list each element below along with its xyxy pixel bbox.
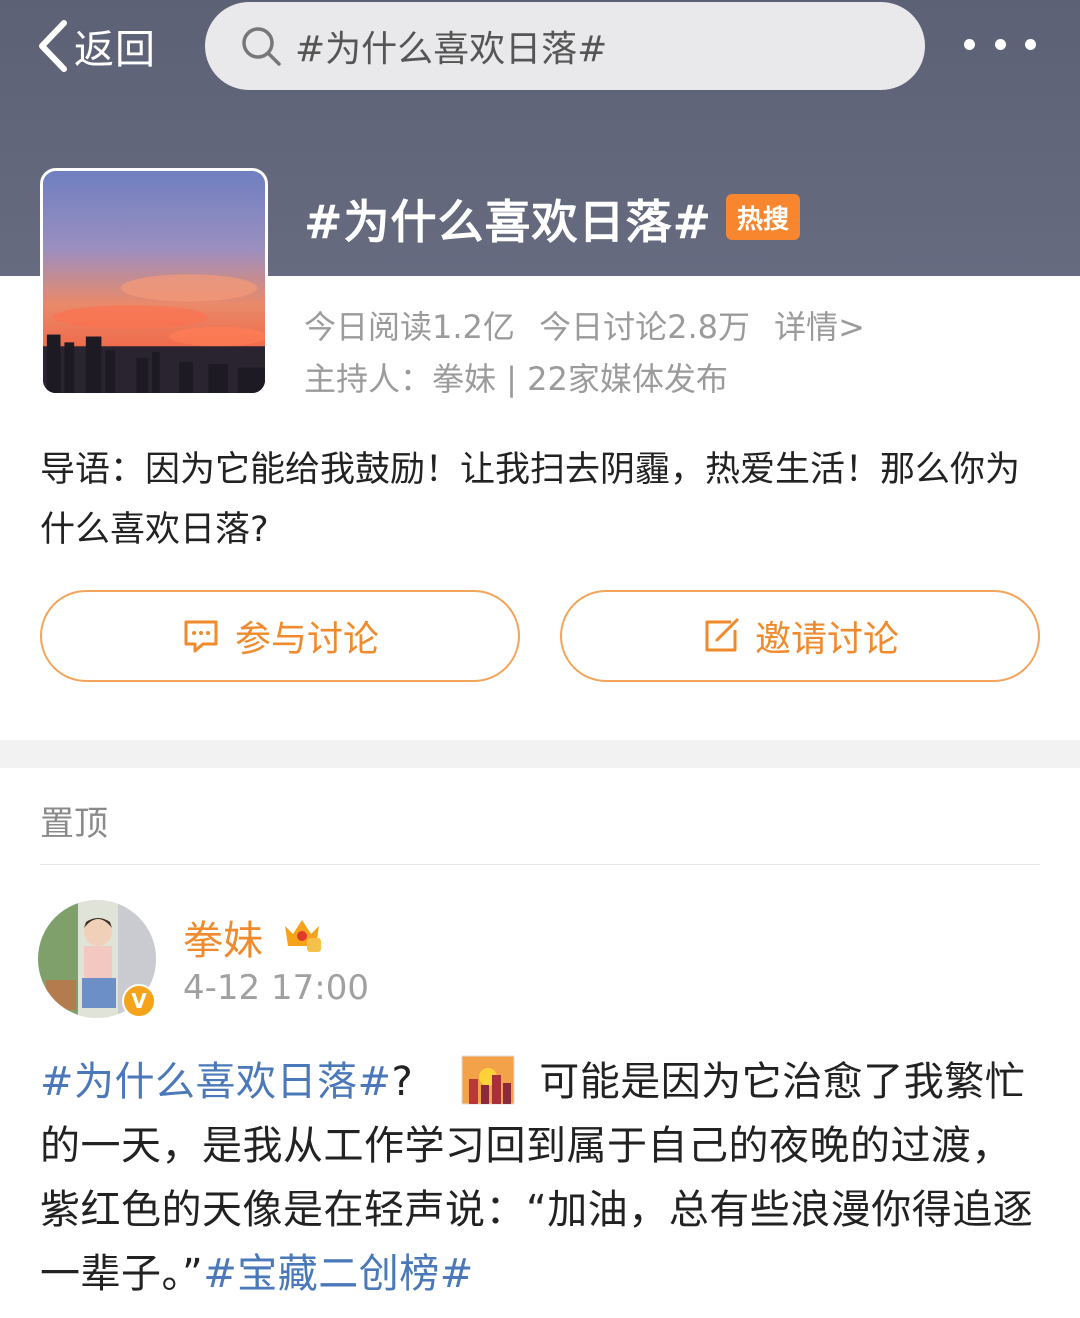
crown-icon xyxy=(285,920,321,952)
search-icon xyxy=(242,27,281,66)
search-query: #为什么喜欢日落# xyxy=(295,29,608,70)
section-divider xyxy=(0,740,1080,768)
invite-discussion-button[interactable]: 邀请讨论 xyxy=(560,590,1040,682)
topic-cover-image xyxy=(40,168,268,396)
topic-intro: 导语：因为它能给我鼓励！让我扫去阴霾，热爱生活！那么你为什么喜欢日落? xyxy=(40,450,1021,550)
verified-badge: V xyxy=(122,984,156,1018)
more-icon[interactable] xyxy=(964,30,1036,58)
comment-icon xyxy=(184,620,218,653)
post-punctuation: ? xyxy=(391,1059,414,1105)
post-content: #为什么喜欢日落#? 可能是因为它治愈了我繁忙的一天，是我从工作学习回到属于自己… xyxy=(40,1050,1050,1306)
sunset-emoji-icon xyxy=(461,1055,515,1105)
back-label: 返回 xyxy=(74,27,156,73)
hot-badge: 热搜 xyxy=(726,194,800,240)
post-time: 4-12 17:00 xyxy=(183,968,369,1008)
author-name[interactable]: 拳妹 xyxy=(183,908,263,966)
topic-stats: 今日阅读1.2亿 今日讨论2.8万 详情> xyxy=(304,302,879,348)
back-button[interactable]: 返回 xyxy=(34,14,156,78)
join-discussion-label: 参与讨论 xyxy=(234,619,379,660)
chevron-left-icon xyxy=(39,20,67,72)
invite-discussion-label: 邀请讨论 xyxy=(754,619,899,660)
search-bar[interactable]: #为什么喜欢日落# xyxy=(205,2,925,90)
edit-icon xyxy=(705,618,739,652)
topic-title: #为什么喜欢日落# xyxy=(304,195,713,249)
discussions-count: 今日讨论2.8万 xyxy=(539,308,750,346)
hashtag-link[interactable]: #宝藏二创榜# xyxy=(203,1251,474,1297)
join-discussion-button[interactable]: 参与讨论 xyxy=(40,590,520,682)
host-line[interactable]: 主持人：拳妹 | 22家媒体发布 xyxy=(304,354,728,400)
reads-count: 今日阅读1.2亿 xyxy=(304,308,515,346)
divider-line xyxy=(40,864,1040,865)
hashtag-link[interactable]: #为什么喜欢日落# xyxy=(40,1059,392,1105)
pinned-label: 置顶 xyxy=(40,804,108,844)
details-link[interactable]: 详情> xyxy=(774,308,865,346)
